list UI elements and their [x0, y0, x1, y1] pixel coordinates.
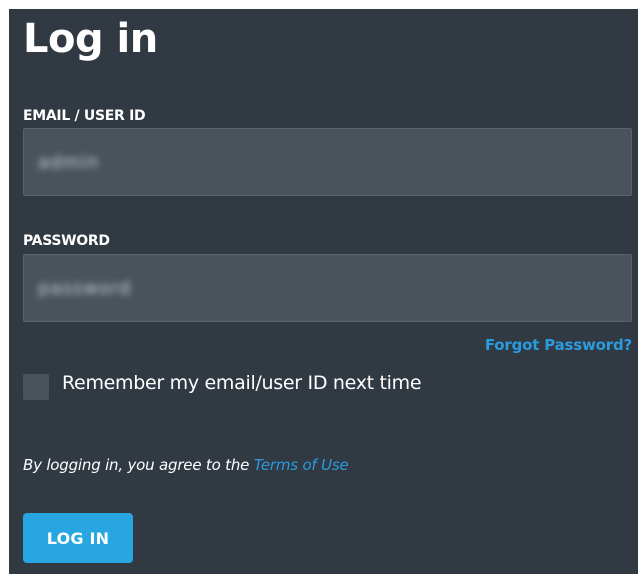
login-panel: Log in EMAIL / USER ID admin PASSWORD pa… [9, 9, 638, 574]
email-label: EMAIL / USER ID [23, 108, 146, 124]
email-value: admin [38, 151, 100, 173]
page-title: Log in [23, 16, 158, 62]
forgot-password-link[interactable]: Forgot Password? [485, 336, 632, 354]
terms-text: By logging in, you agree to the Terms of… [23, 456, 349, 474]
remember-label: Remember my email/user ID next time [62, 372, 422, 394]
password-field[interactable]: password [23, 254, 632, 322]
password-label: PASSWORD [23, 233, 110, 249]
login-button[interactable]: LOG IN [23, 513, 133, 563]
terms-of-use-link[interactable]: Terms of Use [254, 456, 349, 474]
terms-prefix: By logging in, you agree to the [23, 456, 254, 474]
remember-checkbox[interactable] [23, 374, 49, 400]
email-field[interactable]: admin [23, 128, 632, 196]
password-value: password [38, 277, 132, 299]
